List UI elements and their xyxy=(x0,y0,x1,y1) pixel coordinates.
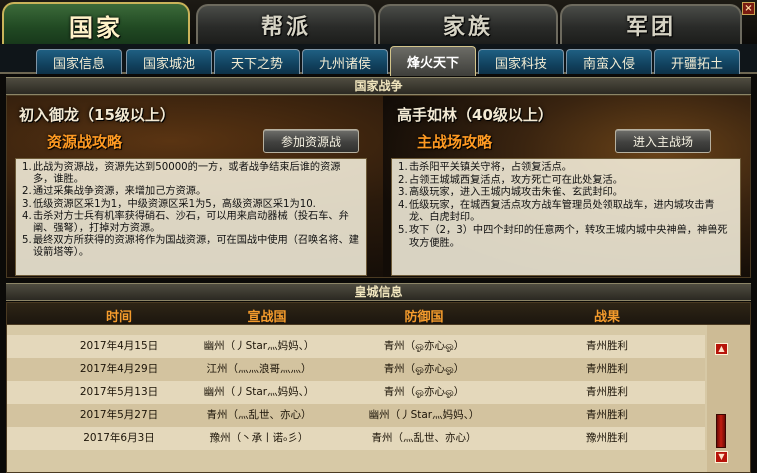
enter-main-battle-button[interactable]: 进入主战场 xyxy=(615,129,711,153)
list-item: 1. 此战为资源战，资源先达到50000的一方，或者战争结束后谁的资源多，谁胜。 xyxy=(22,162,341,186)
join-resource-war-button[interactable]: 参加资源战 xyxy=(263,129,359,153)
table-row: 2017年4月29日 江州（灬灬浪哥灬灬） 青州（ஓ亦心ஓ） 青州胜利 xyxy=(7,358,705,381)
table-row: 2017年4月15日 幽州（丿Star灬妈妈、） 青州（ஓ亦心ஓ） 青州胜利 xyxy=(7,335,705,358)
scroll-thumb[interactable] xyxy=(716,414,726,448)
tab-guojia[interactable]: 国家 xyxy=(2,2,190,46)
main-battle-title: 高手如林（40级以上） xyxy=(397,106,553,124)
column-header-time: 时间 xyxy=(105,310,132,325)
cell-defender: 青州（灬乱世、亦心） xyxy=(371,432,477,444)
resource-war-guide: 1. 此战为资源战，资源先达到50000的一方，或者战争结束后谁的资源多，谁胜。 … xyxy=(15,158,367,276)
war-panel: 初入御龙（15级以上） 资源战攻略 参加资源战 高手如林（40级以上） 主战场攻… xyxy=(6,95,751,278)
subtab-beacon-world[interactable]: 烽火天下 xyxy=(390,46,476,76)
cell-result: 青州胜利 xyxy=(586,363,628,375)
list-item: 3. 高级玩家，进入王城内城攻击朱雀、玄武封印。 xyxy=(398,187,623,199)
main-battle-subtitle: 主战场攻略 xyxy=(417,133,493,151)
cell-time: 2017年6月3日 xyxy=(83,432,155,444)
subtab-country-info[interactable]: 国家信息 xyxy=(36,49,122,74)
subtab-southern-invasion[interactable]: 南蛮入侵 xyxy=(566,49,652,74)
scroll-up-icon[interactable]: ▲ xyxy=(715,343,728,355)
cell-time: 2017年4月15日 xyxy=(79,340,159,352)
table-scrollbar[interactable]: ▲ ▼ xyxy=(707,325,750,472)
list-item: 3. 低级资源区采1为1，中级资源区采1为5，高级资源区采1为10. xyxy=(22,198,316,210)
column-header-attacker: 宣战国 xyxy=(247,310,287,325)
cell-defender: 青州（ஓ亦心ஓ） xyxy=(383,363,465,375)
list-item: 5. 最终双方所获得的资源将作为国战资源，可在国战中使用（召唤名将、建设箭塔等）。 xyxy=(22,235,359,259)
cell-attacker: 江州（灬灬浪哥灬灬） xyxy=(206,363,312,375)
city-section-header: 皇城信息 xyxy=(6,283,751,301)
tab-bangpai[interactable]: 帮派 xyxy=(196,4,376,44)
city-table: 2017年4月15日 幽州（丿Star灬妈妈、） 青州（ஓ亦心ஓ） 青州胜利 2… xyxy=(7,325,750,472)
close-icon[interactable]: × xyxy=(742,2,755,15)
list-item: 4. 低级玩家，在城西复活点攻方战车管理员处领取战车，进内城攻击青龙、白虎封印。 xyxy=(398,199,715,224)
list-item: 2. 通过采集战争资源，来增加己方资源。 xyxy=(22,186,207,198)
column-header-result: 战果 xyxy=(593,310,620,325)
tab-jiazu[interactable]: 家族 xyxy=(378,4,558,44)
main-tab-bar: 帮派 家族 军团 国家 × xyxy=(0,0,757,46)
subtab-expand-territory[interactable]: 开疆拓土 xyxy=(654,49,740,74)
cell-attacker: 幽州（丿Star灬妈妈、） xyxy=(203,340,315,352)
resource-war-subtitle: 资源战攻略 xyxy=(47,133,123,151)
cell-time: 2017年4月29日 xyxy=(79,363,159,375)
scroll-down-icon[interactable]: ▼ xyxy=(715,451,728,463)
tab-juntuan[interactable]: 军团 xyxy=(560,4,742,44)
main-battle-guide: 1. 击杀阳平关镇关守将，占领复活点。 2. 占领王城城西复活点，攻方死亡可在此处复… xyxy=(391,158,741,276)
cell-defender: 青州（ஓ亦心ஓ） xyxy=(383,340,465,352)
table-row: 2017年5月27日 青州（灬乱世、亦心） 幽州（丿Star灬妈妈、） 青州胜利 xyxy=(7,404,705,427)
cell-result: 青州胜利 xyxy=(586,340,628,352)
cell-result: 豫州胜利 xyxy=(586,432,628,444)
cell-defender: 幽州（丿Star灬妈妈、） xyxy=(368,409,480,421)
cell-attacker: 青州（灬乱世、亦心） xyxy=(206,409,312,421)
cell-attacker: 豫州（丶承丨诺ₒ彡） xyxy=(209,432,309,444)
table-row: 2017年5月13日 幽州（丿Star灬妈妈、） 青州（ஓ亦心ஓ） 青州胜利 xyxy=(7,381,705,404)
cell-time: 2017年5月27日 xyxy=(79,409,159,421)
sub-tab-bar: 国家信息 国家城池 天下之势 九州诸侯 烽火天下 国家科技 南蛮入侵 开疆拓土 xyxy=(0,44,757,76)
resource-war-title: 初入御龙（15级以上） xyxy=(19,106,175,124)
subtab-world-situation[interactable]: 天下之势 xyxy=(214,49,300,74)
table-row: 2017年6月3日 豫州（丶承丨诺ₒ彡） 青州（灬乱世、亦心） 豫州胜利 xyxy=(7,427,705,450)
list-item: 1. 击杀阳平关镇关守将，占领复活点。 xyxy=(398,162,572,173)
subtab-country-tech[interactable]: 国家科技 xyxy=(478,49,564,74)
list-item: 5. 攻下（2，3）中四个封印的任意两个，转攻王城内城中央神兽，神兽死攻方便胜。 xyxy=(398,224,728,249)
cell-result: 青州胜利 xyxy=(586,386,628,398)
cell-attacker: 幽州（丿Star灬妈妈、） xyxy=(203,386,315,398)
subtab-nine-provinces[interactable]: 九州诸侯 xyxy=(302,49,388,74)
cell-result: 青州胜利 xyxy=(586,409,628,421)
table-header: 时间 宣战国 防御国 战果 xyxy=(7,303,750,325)
subtab-country-cities[interactable]: 国家城池 xyxy=(126,49,212,74)
list-item: 2. 占领王城城西复活点，攻方死亡可在此处复活。 xyxy=(398,174,623,186)
column-header-defender: 防御国 xyxy=(404,310,444,325)
cell-time: 2017年5月13日 xyxy=(79,386,159,398)
city-info-panel: 时间 宣战国 防御国 战果 2017年4月15日 幽州（丿Star灬妈妈、） 青… xyxy=(6,302,751,473)
cell-defender: 青州（ஓ亦心ஓ） xyxy=(383,386,465,398)
war-section-header: 国家战争 xyxy=(6,77,751,95)
list-item: 4. 击杀对方士兵有机率获得硝石、沙石，可以用来启动器械（投石车、弁阐、强弩），打… xyxy=(22,210,349,235)
